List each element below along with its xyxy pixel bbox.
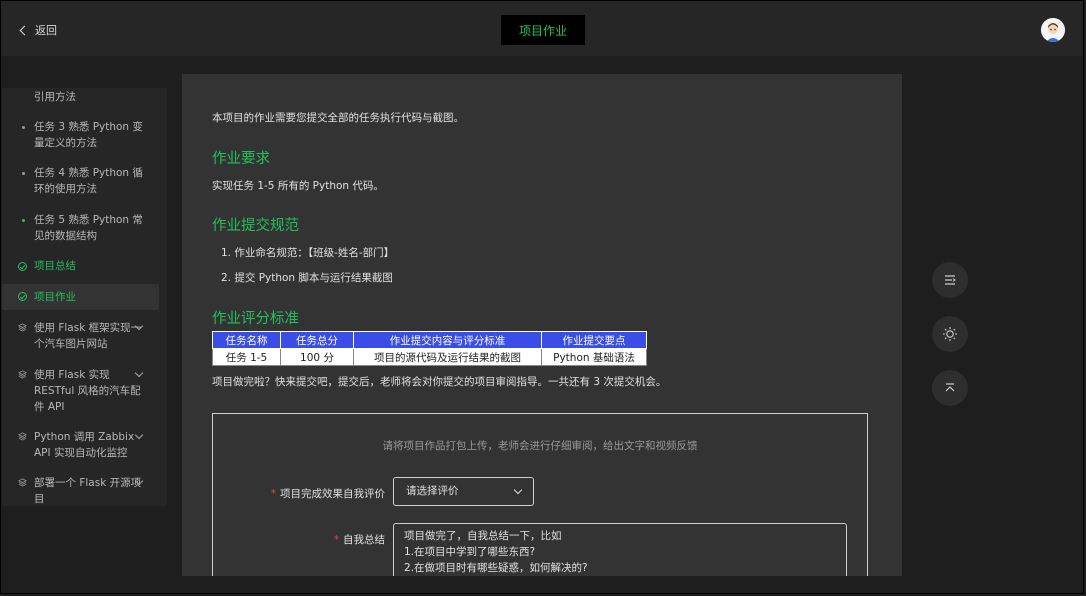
table-cell: 任务 1-5 bbox=[212, 348, 281, 366]
sidebar-item-label: Python 调用 Zabbix API 实现自动化监控 bbox=[34, 431, 135, 459]
self-rating-select[interactable]: 请选择评价 bbox=[393, 477, 534, 506]
grading-heading: 作业评分标准 bbox=[212, 311, 299, 327]
sidebar-item-task5[interactable]: 任务 5 熟悉 Python 常见的数据结构 bbox=[2, 212, 159, 246]
theme-toggle-button[interactable] bbox=[932, 316, 968, 352]
upload-hint: 请将项目作品打包上传，老师会进行仔细审阅，给出文字和视频反馈 bbox=[382, 440, 698, 452]
table-row: 任务 1-5 100 分 项目的源代码及运行结果的截图 Python 基础语法 bbox=[212, 348, 647, 366]
intro-text: 本项目的作业需要您提交全部的任务执行代码与截图。 bbox=[212, 112, 464, 124]
rating-label: * 项目完成效果自我评价 bbox=[253, 486, 385, 501]
sidebar-item-project-flask-site[interactable]: 使用 Flask 框架实现一个汽车图片网站 bbox=[2, 320, 159, 354]
spec-item: 1. 作业命名规范：【班级-姓名-部门】 bbox=[221, 247, 395, 259]
sidebar-item-project-deploy[interactable]: 部署一个 Flask 开源项目 bbox=[2, 475, 159, 506]
homework-content: 本项目的作业需要您提交全部的任务执行代码与截图。 作业要求 实现任务 1-5 所… bbox=[182, 74, 902, 576]
bullet-icon bbox=[22, 219, 25, 222]
chevron-left-icon bbox=[19, 25, 30, 35]
column-header: 任务总分 bbox=[280, 331, 354, 349]
sun-icon bbox=[943, 327, 957, 341]
layers-icon bbox=[18, 478, 27, 487]
required-mark: * bbox=[270, 488, 276, 500]
layers-icon bbox=[18, 370, 27, 379]
check-circle-icon bbox=[18, 292, 27, 301]
requirements-text: 实现任务 1-5 所有的 Python 代码。 bbox=[212, 180, 384, 192]
bullet-icon bbox=[22, 172, 25, 175]
requirements-heading: 作业要求 bbox=[212, 151, 270, 167]
table-cell: Python 基础语法 bbox=[541, 348, 647, 366]
sidebar-item-project-restful[interactable]: 使用 Flask 实现 RESTful 风格的汽车配件 API bbox=[2, 367, 159, 417]
top-bar: 返回 项目作业 bbox=[1, 1, 1083, 56]
check-circle-icon bbox=[18, 262, 27, 271]
sidebar-item-label: 部署一个 Flask 开源项目 bbox=[34, 477, 142, 505]
sidebar-item-project-zabbix[interactable]: Python 调用 Zabbix API 实现自动化监控 bbox=[2, 429, 159, 463]
required-mark: * bbox=[333, 534, 339, 546]
sidebar-item-label: 任务 4 熟悉 Python 循环的使用方法 bbox=[34, 167, 143, 195]
table-cell: 100 分 bbox=[280, 348, 354, 366]
table-cell: 项目的源代码及运行结果的截图 bbox=[353, 348, 542, 366]
sidebar-item-label: 项目作业 bbox=[34, 291, 76, 303]
chevron-down-icon bbox=[513, 485, 523, 495]
sidebar-item-label: 项目总结 bbox=[34, 260, 76, 272]
sidebar-item-label: 任务 3 熟悉 Python 变量定义的方法 bbox=[34, 121, 143, 149]
rating-label-text: 项目完成效果自我评价 bbox=[280, 488, 385, 500]
sidebar-item-label: 引用方法 bbox=[34, 91, 76, 103]
spec-heading: 作业提交规范 bbox=[212, 218, 299, 234]
summary-label-text: 自我总结 bbox=[343, 534, 385, 546]
sidebar-item-task3[interactable]: 任务 3 熟悉 Python 变量定义的方法 bbox=[2, 119, 159, 153]
column-header: 作业提交内容与评分标准 bbox=[353, 331, 542, 349]
back-button[interactable]: 返回 bbox=[19, 22, 57, 38]
sidebar-item-label: 任务 5 熟悉 Python 常见的数据结构 bbox=[34, 214, 143, 242]
layers-icon bbox=[18, 323, 27, 332]
textarea-line: 项目做完了，自我总结一下，比如 bbox=[404, 530, 562, 542]
sidebar-item-task4[interactable]: 任务 4 熟悉 Python 循环的使用方法 bbox=[2, 165, 159, 199]
outline-icon bbox=[945, 275, 956, 285]
upload-panel: 请将项目作品打包上传，老师会进行仔细审阅，给出文字和视频反馈 * 项目完成效果自我… bbox=[212, 413, 868, 576]
column-header: 任务名称 bbox=[212, 331, 281, 349]
bullet-icon bbox=[22, 126, 25, 129]
sidebar-item-label: 使用 Flask 框架实现一个汽车图片网站 bbox=[34, 322, 142, 350]
back-label: 返回 bbox=[35, 24, 57, 37]
course-sidebar: 引用方法 任务 3 熟悉 Python 变量定义的方法 任务 4 熟悉 Pyth… bbox=[2, 88, 167, 506]
select-placeholder: 请选择评价 bbox=[406, 485, 459, 497]
sidebar-item-homework[interactable]: 项目作业 bbox=[2, 284, 159, 310]
textarea-line: 1.在项目中学到了哪些东西? bbox=[404, 546, 536, 558]
sidebar-item-summary[interactable]: 项目总结 bbox=[2, 258, 159, 276]
submission-note: 项目做完啦？快来提交吧，提交后，老师将会对你提交的项目审阅指导。一共还有 3 次… bbox=[212, 376, 667, 388]
sidebar-item-label: 使用 Flask 实现 RESTful 风格的汽车配件 API bbox=[34, 369, 141, 413]
column-header: 作业提交要点 bbox=[541, 331, 647, 349]
avatar-icon[interactable] bbox=[1041, 18, 1065, 42]
back-to-top-button[interactable] bbox=[932, 370, 968, 406]
spec-item: 2. 提交 Python 脚本与运行结果截图 bbox=[221, 272, 393, 284]
table-header-row: 任务名称 任务总分 作业提交内容与评分标准 作业提交要点 bbox=[212, 331, 647, 349]
layers-icon bbox=[18, 432, 27, 441]
self-summary-textarea[interactable]: 项目做完了，自我总结一下，比如 1.在项目中学到了哪些东西? 2.在做项目时有哪… bbox=[393, 523, 847, 576]
grading-table: 任务名称 任务总分 作业提交内容与评分标准 作业提交要点 任务 1-5 100 … bbox=[212, 331, 647, 366]
outline-button[interactable] bbox=[932, 262, 968, 298]
textarea-line: 2.在做项目时有哪些疑惑，如何解决的? bbox=[404, 562, 588, 574]
sidebar-item[interactable]: 引用方法 bbox=[2, 88, 159, 106]
summary-label: * 自我总结 bbox=[253, 532, 385, 547]
back-to-top-icon bbox=[945, 383, 955, 392]
page-title: 项目作业 bbox=[501, 15, 585, 45]
